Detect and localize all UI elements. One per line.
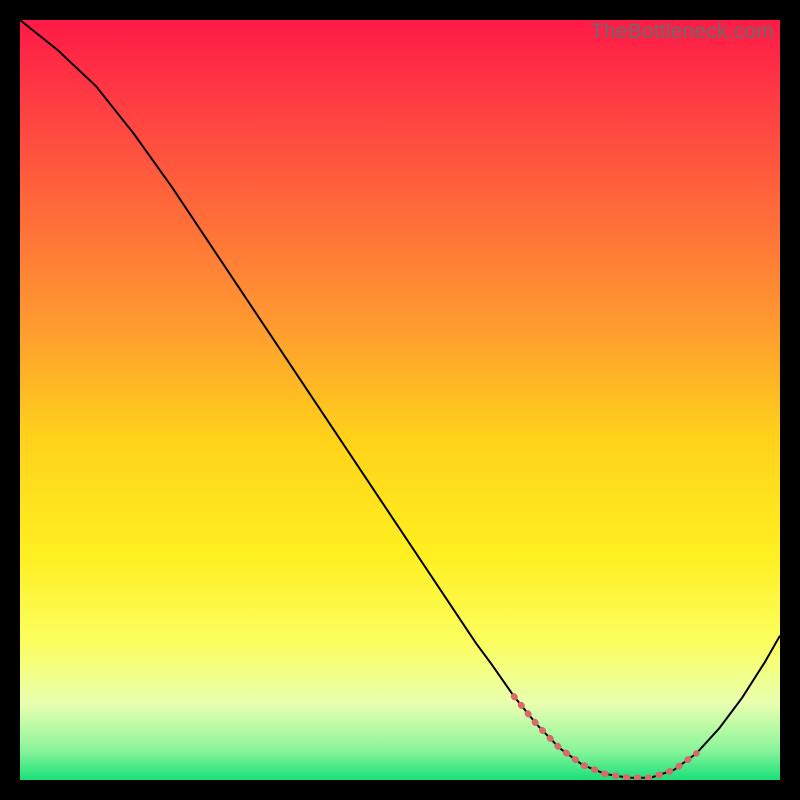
chart-plot: [20, 20, 780, 780]
chart-frame: TheBottleneck.com: [20, 20, 780, 780]
watermark-label: TheBottleneck.com: [591, 20, 774, 44]
